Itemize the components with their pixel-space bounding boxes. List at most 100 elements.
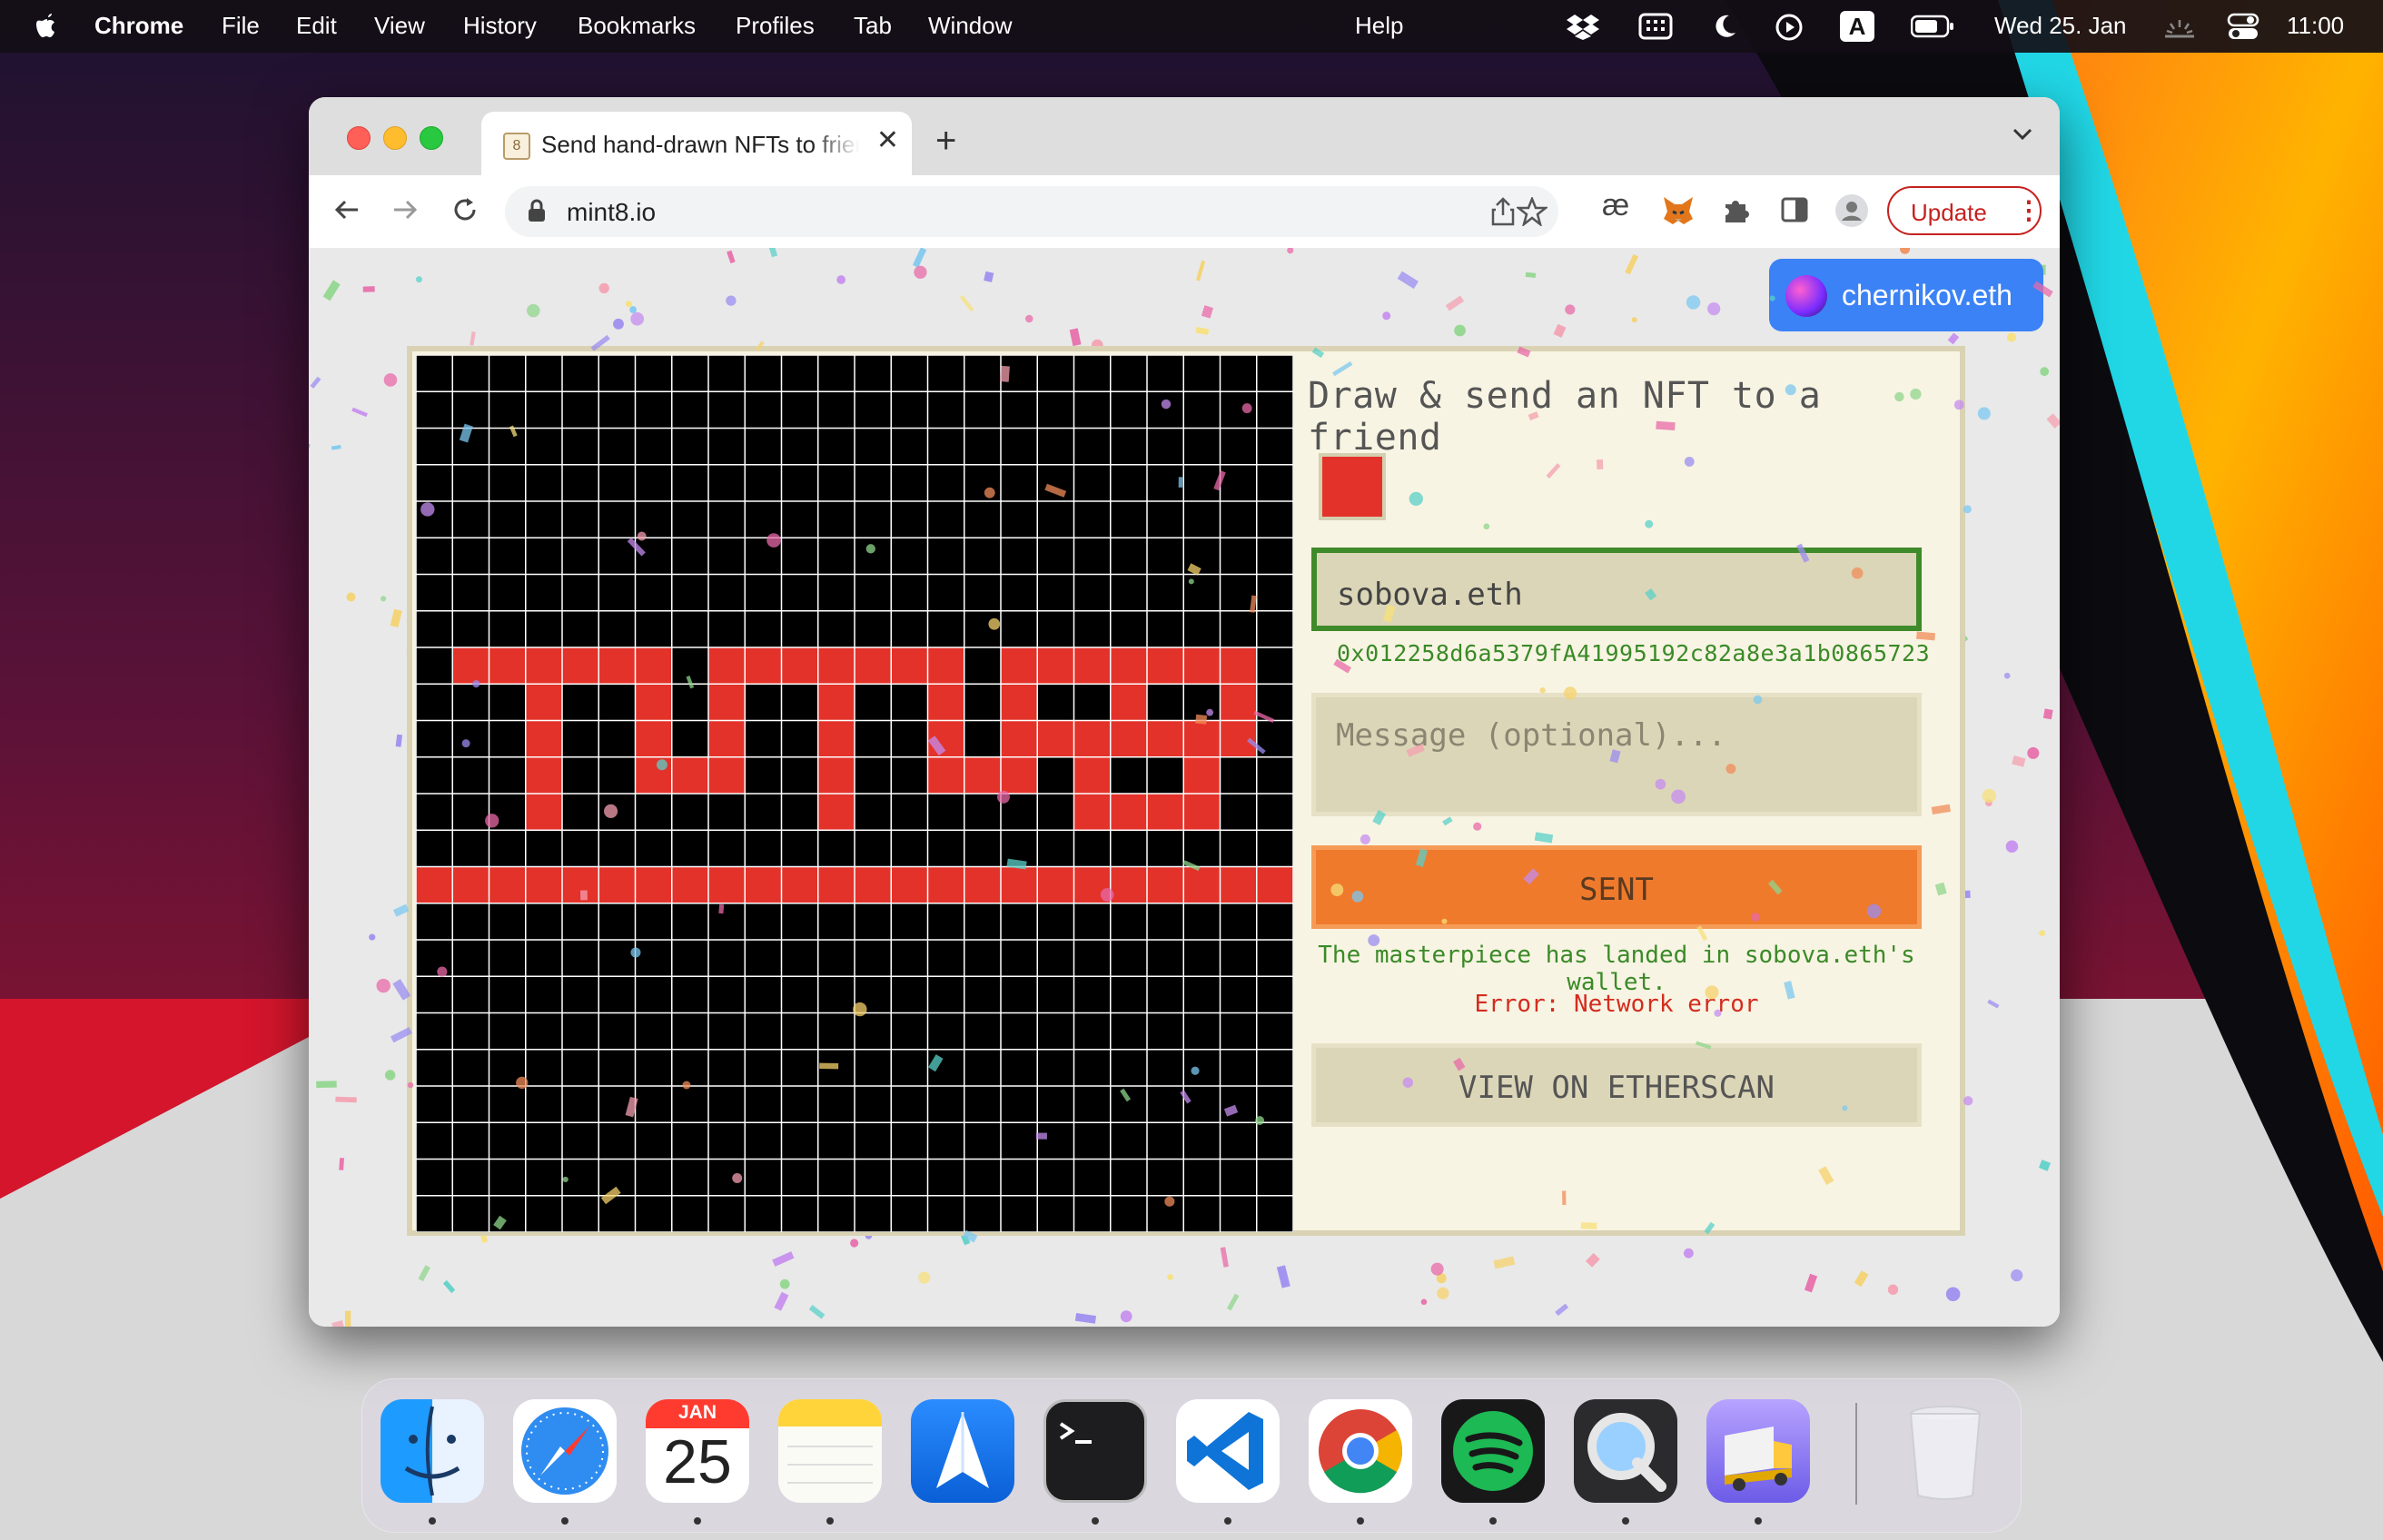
spotify-icon[interactable] — [1441, 1399, 1545, 1503]
kebab-menu-icon[interactable]: ⋮ — [2016, 195, 2042, 225]
menu-help[interactable]: Help — [1355, 12, 1403, 40]
painted-pixel[interactable] — [1110, 794, 1147, 831]
profile-avatar-icon[interactable] — [1834, 193, 1869, 228]
painted-pixel[interactable] — [635, 647, 672, 685]
painted-pixel[interactable] — [817, 794, 855, 831]
painted-pixel[interactable] — [927, 720, 964, 757]
notes-icon[interactable] — [778, 1399, 882, 1503]
painted-pixel[interactable] — [452, 647, 489, 685]
menu-edit[interactable]: Edit — [296, 12, 337, 40]
battery-icon[interactable] — [1911, 15, 1954, 38]
painted-pixel[interactable] — [1183, 794, 1221, 831]
vscode-icon[interactable] — [1176, 1399, 1280, 1503]
painted-pixel[interactable] — [525, 647, 562, 685]
back-arrow-icon[interactable] — [332, 195, 361, 224]
painted-pixel[interactable] — [817, 720, 855, 757]
painted-pixel[interactable] — [1073, 794, 1111, 831]
painted-pixel[interactable] — [855, 647, 892, 685]
painted-pixel[interactable] — [708, 756, 746, 794]
painted-pixel[interactable] — [745, 647, 782, 685]
display-menu-icon[interactable] — [1638, 13, 1673, 40]
extensions-puzzle-icon[interactable] — [1722, 195, 1751, 224]
painted-pixel[interactable] — [1220, 647, 1257, 685]
painted-pixel[interactable] — [891, 647, 928, 685]
painted-pixel[interactable] — [525, 720, 562, 757]
painted-pixel[interactable] — [1073, 866, 1111, 903]
painted-pixel[interactable] — [927, 647, 964, 685]
painted-pixel[interactable] — [817, 684, 855, 721]
painted-pixel[interactable] — [671, 756, 708, 794]
update-chrome-button[interactable]: Update ⋮ — [1887, 186, 2042, 235]
side-panel-icon[interactable] — [1780, 195, 1809, 224]
painted-pixel[interactable] — [1073, 756, 1111, 794]
painted-pixel[interactable] — [1183, 647, 1221, 685]
painted-pixel[interactable] — [1037, 866, 1074, 903]
menu-history[interactable]: History — [463, 12, 537, 40]
painted-pixel[interactable] — [562, 647, 599, 685]
forward-arrow-icon[interactable] — [391, 195, 420, 224]
painted-pixel[interactable] — [1073, 720, 1111, 757]
painted-pixel[interactable] — [635, 866, 672, 903]
control-center-icon[interactable] — [2227, 13, 2259, 40]
moon-icon[interactable] — [1711, 13, 1738, 40]
painted-pixel[interactable] — [525, 684, 562, 721]
menu-clock[interactable]: 11:00 — [2287, 12, 2344, 40]
painted-pixel[interactable] — [1001, 684, 1038, 721]
painted-pixel[interactable] — [598, 866, 636, 903]
lock-icon[interactable] — [527, 198, 547, 223]
menu-app-name[interactable]: Chrome — [94, 12, 183, 40]
pixel-drawing-canvas[interactable] — [416, 355, 1293, 1232]
painted-pixel[interactable] — [817, 647, 855, 685]
painted-pixel[interactable] — [525, 866, 562, 903]
painted-pixel[interactable] — [489, 866, 526, 903]
recipient-input[interactable]: sobova.eth — [1311, 548, 1922, 631]
painted-pixel[interactable] — [1183, 720, 1221, 757]
dropbox-icon[interactable] — [1566, 13, 1600, 40]
testflight-icon[interactable] — [911, 1399, 1014, 1503]
menu-window[interactable]: Window — [928, 12, 1012, 40]
painted-pixel[interactable] — [635, 684, 672, 721]
chrome-icon[interactable] — [1309, 1399, 1412, 1503]
painted-pixel[interactable] — [525, 794, 562, 831]
tab-active[interactable]: 8 Send hand-drawn NFTs to friends ✕ — [481, 112, 912, 175]
send-nft-button[interactable]: SENT — [1311, 845, 1922, 929]
painted-pixel[interactable] — [855, 866, 892, 903]
painted-pixel[interactable] — [964, 756, 1001, 794]
metamask-fox-icon[interactable] — [1662, 195, 1695, 226]
painted-pixel[interactable] — [817, 866, 855, 903]
ae-extension-icon[interactable]: æ — [1602, 190, 1629, 221]
menu-bookmarks[interactable]: Bookmarks — [578, 12, 696, 40]
painted-pixel[interactable] — [635, 720, 672, 757]
painted-pixel[interactable] — [781, 647, 818, 685]
painted-pixel[interactable] — [1220, 866, 1257, 903]
painted-pixel[interactable] — [708, 684, 746, 721]
painted-pixel[interactable] — [1147, 794, 1184, 831]
color-picker-swatch[interactable] — [1319, 453, 1386, 520]
zoom-window-button[interactable] — [420, 126, 443, 150]
menu-profiles[interactable]: Profiles — [736, 12, 815, 40]
painted-pixel[interactable] — [891, 866, 928, 903]
painted-pixel[interactable] — [927, 684, 964, 721]
message-input[interactable]: Message (optional)... — [1311, 693, 1922, 816]
finder-icon[interactable] — [381, 1399, 484, 1503]
painted-pixel[interactable] — [1183, 866, 1221, 903]
menu-file[interactable]: File — [222, 12, 260, 40]
address-url[interactable]: mint8.io — [567, 198, 656, 227]
painted-pixel[interactable] — [1110, 647, 1147, 685]
painted-pixel[interactable] — [1147, 866, 1184, 903]
painted-pixel[interactable] — [927, 866, 964, 903]
painted-pixel[interactable] — [416, 866, 453, 903]
painted-pixel[interactable] — [1110, 684, 1147, 721]
menu-date[interactable]: Wed 25. Jan — [1994, 12, 2127, 40]
tab-search-chevron-icon[interactable] — [2012, 128, 2032, 141]
painted-pixel[interactable] — [1073, 647, 1111, 685]
trash-icon[interactable] — [1894, 1399, 1997, 1503]
painted-pixel[interactable] — [1037, 720, 1074, 757]
menu-tab[interactable]: Tab — [854, 12, 892, 40]
painted-pixel[interactable] — [817, 756, 855, 794]
apple-logo-icon[interactable] — [35, 11, 60, 40]
painted-pixel[interactable] — [964, 866, 1001, 903]
painted-pixel[interactable] — [1220, 684, 1257, 721]
painted-pixel[interactable] — [1001, 866, 1038, 903]
painted-pixel[interactable] — [927, 756, 964, 794]
